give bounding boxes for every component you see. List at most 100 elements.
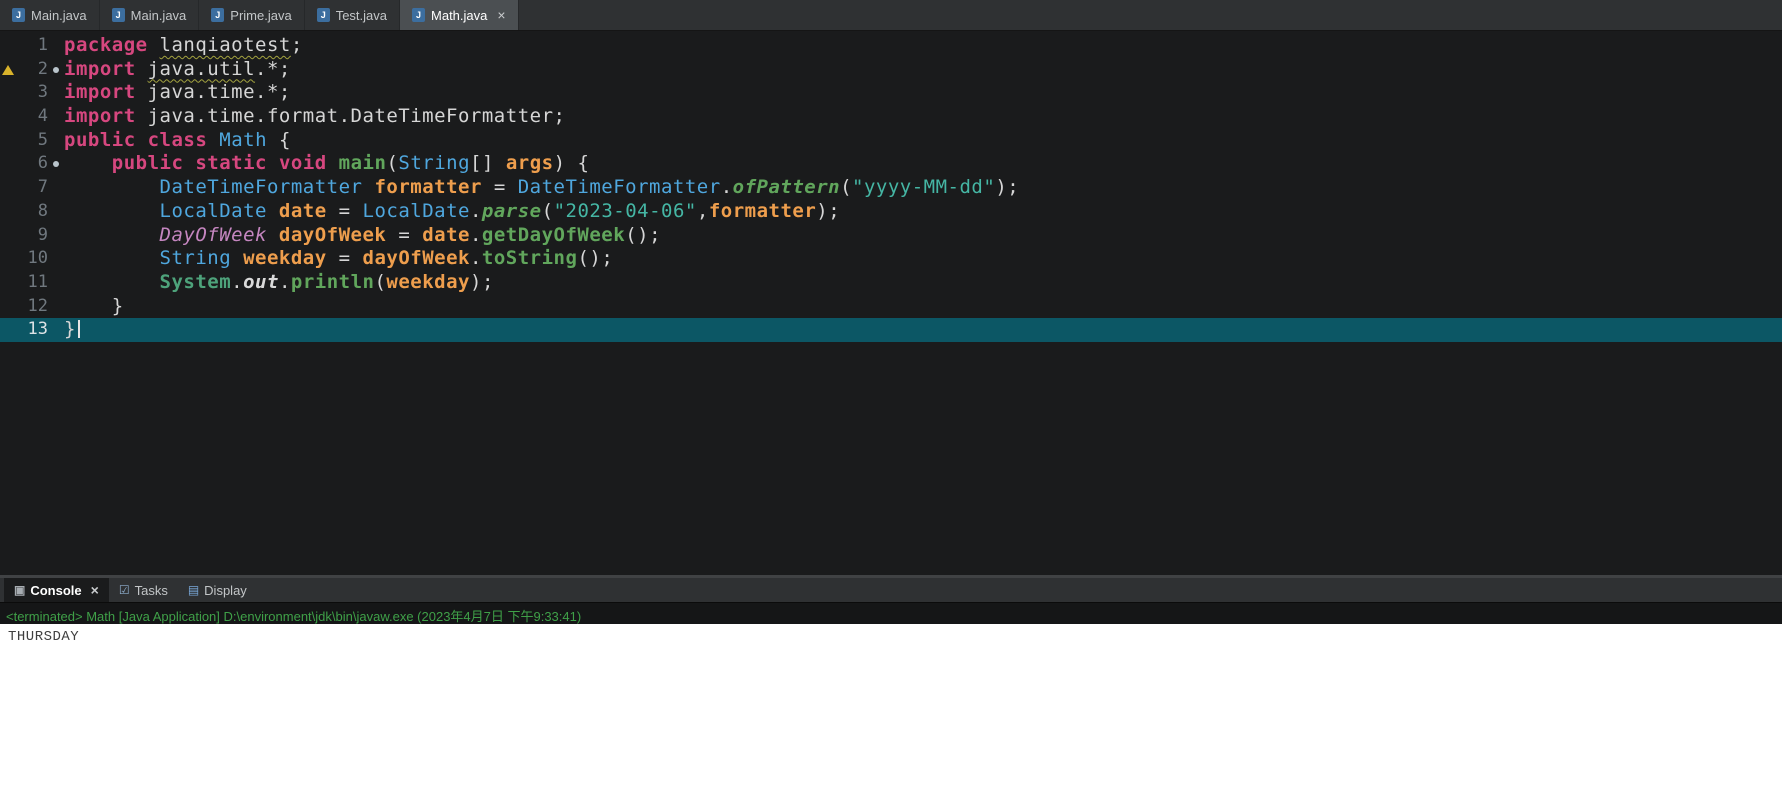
line-number[interactable]: 12	[18, 295, 50, 319]
tab-label: Main.java	[31, 8, 87, 23]
gutter-icon-column	[0, 176, 18, 200]
editor-tab-main-java[interactable]: JMain.java	[0, 0, 100, 30]
fold-marker-icon[interactable]	[53, 67, 59, 73]
tab-label: Main.java	[131, 8, 187, 23]
line-number[interactable]: 1	[18, 34, 50, 58]
close-icon[interactable]: ×	[91, 583, 99, 597]
code-line[interactable]: 3 import java.time.*;	[0, 81, 1782, 105]
code-line[interactable]: 11 System.out.println(weekday);	[0, 271, 1782, 295]
code-text: DayOfWeek dayOfWeek = date.getDayOfWeek(…	[64, 224, 1782, 248]
close-icon[interactable]: ×	[497, 8, 505, 22]
line-number[interactable]: 11	[18, 271, 50, 295]
code-text: }	[64, 295, 1782, 319]
code-text: String weekday = dayOfWeek.toString();	[64, 247, 1782, 271]
fold-column	[50, 247, 64, 271]
code-line[interactable]: 12 }	[0, 295, 1782, 319]
fold-column	[50, 271, 64, 295]
gutter-icon-column	[0, 105, 18, 129]
line-number[interactable]: 10	[18, 247, 50, 271]
fold-column	[50, 105, 64, 129]
gutter-icon-column	[0, 129, 18, 153]
fold-column	[50, 58, 64, 82]
tab-label: Console	[30, 583, 81, 598]
bottom-tab-console[interactable]: ▣ Console ×	[4, 578, 109, 602]
warning-icon[interactable]	[2, 65, 14, 75]
code-line[interactable]: 10 String weekday = dayOfWeek.toString()…	[0, 247, 1782, 271]
ide-window: JMain.javaJMain.javaJPrime.javaJTest.jav…	[0, 0, 1782, 804]
fold-marker-icon[interactable]	[53, 161, 59, 167]
gutter-icon-column	[0, 200, 18, 224]
code-text: LocalDate date = LocalDate.parse("2023-0…	[64, 200, 1782, 224]
tab-label: Display	[204, 583, 247, 598]
line-number[interactable]: 8	[18, 200, 50, 224]
code-line[interactable]: 5 public class Math {	[0, 129, 1782, 153]
code-editor[interactable]: 1 package lanqiaotest;2import java.util.*…	[0, 31, 1782, 575]
line-number[interactable]: 7	[18, 176, 50, 200]
line-number[interactable]: 13	[18, 318, 50, 342]
line-number[interactable]: 3	[18, 81, 50, 105]
fold-column	[50, 318, 64, 342]
gutter-icon-column	[0, 318, 18, 342]
code-text: }	[64, 318, 1782, 342]
line-number[interactable]: 4	[18, 105, 50, 129]
line-number[interactable]: 9	[18, 224, 50, 248]
fold-column	[50, 176, 64, 200]
tab-label: Math.java	[431, 8, 487, 23]
java-file-icon: J	[412, 8, 425, 22]
code-line[interactable]: 2import java.util.*;	[0, 58, 1782, 82]
code-text: System.out.println(weekday);	[64, 271, 1782, 295]
editor-tab-test-java[interactable]: J Test.java	[305, 0, 400, 30]
line-number[interactable]: 6	[18, 152, 50, 176]
text-cursor	[78, 320, 80, 338]
line-number[interactable]: 5	[18, 129, 50, 153]
code-line[interactable]: 4 import java.time.format.DateTimeFormatt…	[0, 105, 1782, 129]
code-text: import java.time.*;	[64, 81, 1782, 105]
editor-tab-prime-java[interactable]: J Prime.java	[199, 0, 304, 30]
code-text: package lanqiaotest;	[64, 34, 1782, 58]
editor-tab-math-java[interactable]: J Math.java ×	[400, 0, 519, 30]
bottom-tab-display[interactable]: ▤ Display	[178, 578, 257, 602]
bottom-tab-bar: ▣ Console × ☑ Tasks ▤ Display	[0, 578, 1782, 603]
java-file-icon: J	[112, 8, 125, 22]
fold-column	[50, 129, 64, 153]
fold-column	[50, 81, 64, 105]
bottom-tab-tasks[interactable]: ☑ Tasks	[109, 578, 178, 602]
console-icon: ▣	[14, 584, 25, 596]
code-line[interactable]: 13}	[0, 318, 1782, 342]
gutter-icon-column	[0, 271, 18, 295]
code-line[interactable]: 6 public static void main(String[] args)…	[0, 152, 1782, 176]
line-number[interactable]: 2	[18, 58, 50, 82]
console-output-text: THURSDAY	[8, 629, 79, 645]
fold-column	[50, 152, 64, 176]
editor-tab-main-java[interactable]: J Main.java	[100, 0, 200, 30]
fold-column	[50, 200, 64, 224]
gutter-icon-column	[0, 224, 18, 248]
code-area[interactable]: 1 package lanqiaotest;2import java.util.*…	[0, 34, 1782, 342]
gutter-icon-column	[0, 295, 18, 319]
code-line[interactable]: 9 DayOfWeek dayOfWeek = date.getDayOfWee…	[0, 224, 1782, 248]
tab-label: Test.java	[336, 8, 387, 23]
code-text: public static void main(String[] args) {	[64, 152, 1782, 176]
code-line[interactable]: 1 package lanqiaotest;	[0, 34, 1782, 58]
console-status-line: <terminated> Math [Java Application] D:\…	[0, 603, 1782, 624]
fold-column	[50, 34, 64, 58]
console-output-area[interactable]: THURSDAY	[0, 624, 1782, 804]
tab-label: Tasks	[135, 583, 168, 598]
fold-column	[50, 224, 64, 248]
code-text: import java.time.format.DateTimeFormatte…	[64, 105, 1782, 129]
display-icon: ▤	[188, 584, 199, 596]
java-file-icon: J	[211, 8, 224, 22]
tab-label: Prime.java	[230, 8, 291, 23]
editor-tab-bar: JMain.javaJMain.javaJPrime.javaJTest.jav…	[0, 0, 1782, 31]
gutter-icon-column	[0, 34, 18, 58]
code-text: DateTimeFormatter formatter = DateTimeFo…	[64, 176, 1782, 200]
code-line[interactable]: 8 LocalDate date = LocalDate.parse("2023…	[0, 200, 1782, 224]
gutter-icon-column	[0, 81, 18, 105]
gutter-icon-column	[0, 152, 18, 176]
java-file-icon: J	[317, 8, 330, 22]
tasks-icon: ☑	[119, 584, 130, 596]
gutter-icon-column	[0, 58, 18, 82]
fold-column	[50, 295, 64, 319]
code-text: public class Math {	[64, 129, 1782, 153]
code-line[interactable]: 7 DateTimeFormatter formatter = DateTime…	[0, 176, 1782, 200]
